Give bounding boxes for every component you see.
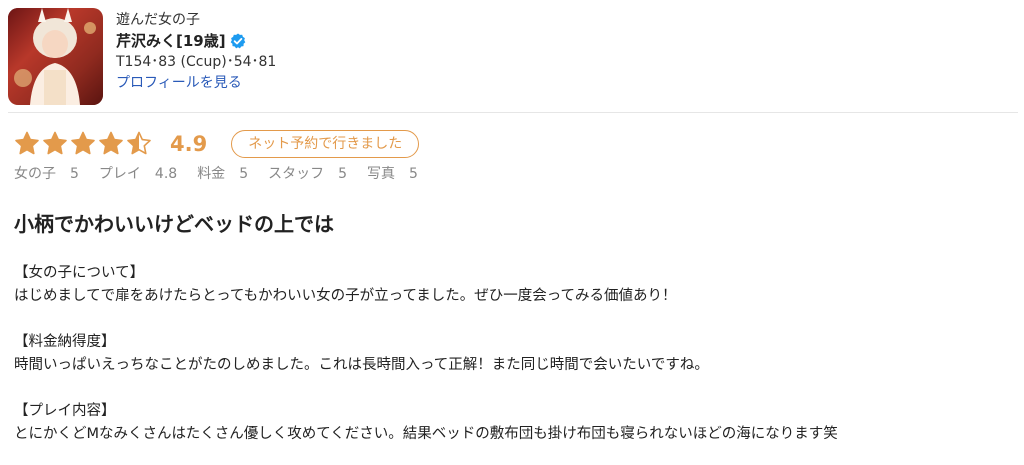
review-section-text: はじめましてで扉をあけたらとってもかわいい女の子が立ってました。ぜひ一度会ってみ… <box>14 288 677 304</box>
subscore-label: 女の子 <box>14 166 56 182</box>
girl-name: 芹沢みく[19歳] <box>116 32 226 50</box>
view-profile-link[interactable]: プロフィールを見る <box>116 73 242 93</box>
subscore-label: プレイ <box>98 166 141 182</box>
subscore-value: 4.8 <box>154 166 178 182</box>
subscore-item: 写真 5 <box>367 164 418 184</box>
review-section-text: とにかくどMなみくさんはたくさん優しく攻めてください。結果ベッドの敷布団も掛け布… <box>14 426 838 442</box>
review-section-text: 時間いっぱいえっちなことがたのしめました。これは長時間入って正解！また同じ時間で… <box>14 357 709 373</box>
review-section-heading: 【プレイ内容】 <box>14 403 116 419</box>
booking-method-badge: ネット予約で行きました <box>231 130 420 158</box>
rating-row: 4.9 ネット予約で行きました <box>14 128 420 160</box>
star-rating <box>14 131 154 157</box>
star-half-icon <box>126 131 152 157</box>
star-filled-icon <box>42 131 68 157</box>
played-girl-label: 遊んだ女の子 <box>116 12 200 28</box>
subscore-item: 女の子 5 <box>14 164 79 184</box>
subscore-label: スタッフ <box>268 166 325 182</box>
subscore-value: 5 <box>338 166 348 182</box>
subscore-value: 5 <box>409 166 418 182</box>
review-body: 【女の子について】はじめましてで扉をあけたらとってもかわいい女の子が立ってました… <box>14 262 1014 465</box>
subscore-label: 料金 <box>197 166 226 182</box>
review-title: 小柄でかわいいけどベッドの上では <box>14 212 334 236</box>
star-filled-icon <box>98 131 124 157</box>
name-row: 芹沢みく[19歳] <box>116 30 516 52</box>
subscore-item: スタッフ 5 <box>268 164 347 184</box>
review-section: 【女の子について】はじめましてで扉をあけたらとってもかわいい女の子が立ってました… <box>14 262 1014 308</box>
star-filled-icon <box>70 131 96 157</box>
subscore-label: 写真 <box>367 166 396 182</box>
review-page: 遊んだ女の子 芹沢みく[19歳] T154･83 (Ccup)･54･81 プロ… <box>0 0 1024 465</box>
subscore-value: 5 <box>239 166 249 182</box>
rating-value: 4.9 <box>170 132 208 156</box>
avatar[interactable] <box>8 8 103 105</box>
review-section-heading: 【女の子について】 <box>14 265 145 281</box>
review-section: 【料金納得度】時間いっぱいえっちなことがたのしめました。これは長時間入って正解！… <box>14 331 1014 377</box>
subscore-value: 5 <box>70 166 79 182</box>
girl-specs: T154･83 (Ccup)･54･81 <box>116 54 277 70</box>
subscore-item: プレイ 4.8 <box>99 164 177 184</box>
avatar-photo-icon <box>8 8 103 105</box>
profile-info: 遊んだ女の子 芹沢みく[19歳] T154･83 (Ccup)･54･81 プロ… <box>116 10 516 93</box>
review-section-heading: 【料金納得度】 <box>14 334 116 350</box>
review-section: 【プレイ内容】とにかくどMなみくさんはたくさん優しく攻めてください。結果ベッドの… <box>14 400 1014 446</box>
profile-header: 遊んだ女の子 芹沢みく[19歳] T154･83 (Ccup)･54･81 プロ… <box>8 6 1018 113</box>
subscores: 女の子 5 プレイ 4.8 料金 5 スタッフ 5 写真 5 <box>14 164 438 184</box>
verified-badge-icon <box>230 33 246 49</box>
star-filled-icon <box>14 131 40 157</box>
subscore-item: 料金 5 <box>197 164 248 184</box>
